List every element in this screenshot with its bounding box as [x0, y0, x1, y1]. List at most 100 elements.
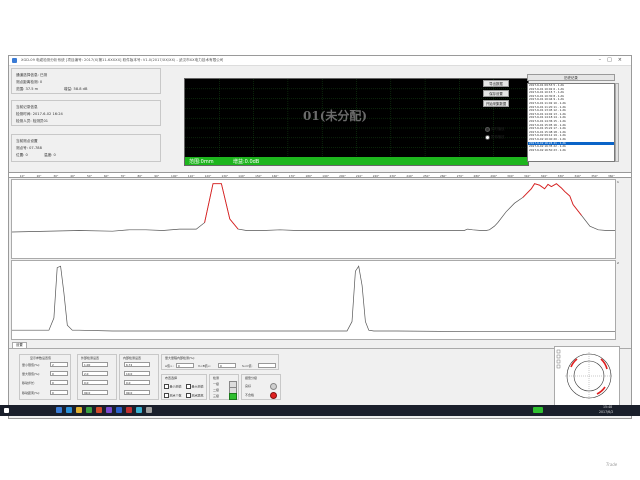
- folder-icon[interactable]: [76, 407, 82, 413]
- info-line: 检测时间: 2017-6-02 16:24: [16, 112, 63, 116]
- chat-icon[interactable]: [136, 407, 142, 413]
- history-scrollbar[interactable]: [615, 83, 619, 162]
- ruler-tick-label: 310°: [523, 174, 531, 178]
- ppt-icon[interactable]: [96, 407, 102, 413]
- start-acquire-button[interactable]: 开始采集数据: [483, 100, 509, 107]
- ruler-tick-label: 30°: [53, 174, 59, 178]
- checkbox-icon: [186, 393, 191, 398]
- maximize-icon[interactable]: □: [607, 57, 618, 63]
- tab-settings[interactable]: 设置: [12, 342, 27, 348]
- ruler-tick-label: 190°: [322, 174, 330, 178]
- ruler-tick-label: 240°: [406, 174, 414, 178]
- param-input[interactable]: 99.0: [124, 390, 150, 395]
- layout-select-group: 布置选择 量小测值 量大测值 测点个数 测点距离: [161, 374, 207, 400]
- close-icon[interactable]: ×: [618, 57, 628, 63]
- plot-2-index: 2: [617, 261, 619, 265]
- checkbox-min[interactable]: 量小测值: [164, 384, 182, 389]
- waveform-plot-2: [11, 260, 616, 340]
- radio-pause[interactable]: 暂停播放: [485, 134, 505, 140]
- param-input[interactable]: 10.0: [124, 371, 150, 376]
- ruler-tick-label: 40°: [70, 174, 76, 178]
- field-label: 移动步长:: [22, 381, 36, 385]
- level-3-indicator[interactable]: [229, 393, 237, 400]
- watermark-text: Trade: [606, 462, 618, 467]
- a-value-input[interactable]: 0: [176, 363, 194, 368]
- info-group-point: 当前测点设置 测点号: 07-788 位置: 0 温度: 0: [11, 134, 161, 162]
- misc-icon[interactable]: [146, 407, 152, 413]
- save-settings-button[interactable]: 保存设置: [483, 90, 509, 97]
- param-input[interactable]: 0: [50, 380, 68, 385]
- history-item[interactable]: 2017-6-02 16:50 23 - 1.db: [528, 148, 614, 153]
- param-input[interactable]: 0: [50, 390, 68, 395]
- start-icon[interactable]: [4, 408, 9, 413]
- param-input[interactable]: 0.0: [82, 380, 108, 385]
- range-label: 范围:0mm: [189, 159, 214, 165]
- group-title: 内部检测设置: [123, 356, 142, 360]
- group-title: 布置选择: [165, 376, 178, 380]
- level-label: 三级: [213, 394, 220, 398]
- checkbox-label: 测点个数: [169, 393, 182, 398]
- gain-label: 增益:0.0dB: [233, 159, 260, 165]
- info-line: 增益: 58.8 dB: [64, 87, 88, 91]
- history-title[interactable]: 历史记录: [527, 74, 615, 81]
- polar-svg: [556, 349, 613, 400]
- checkbox-icon: [164, 384, 169, 389]
- export-data-button[interactable]: 导出数据: [483, 80, 509, 87]
- checkbox-max[interactable]: 量大测值: [186, 384, 204, 389]
- ruler-tick-label: 150°: [255, 174, 262, 178]
- param-input[interactable]: 0.0: [124, 380, 150, 385]
- waveform-plot-1: [11, 179, 616, 259]
- ruler-tick-label: 90°: [154, 174, 160, 178]
- param-input[interactable]: 99.0: [82, 390, 108, 395]
- checkbox-label: 量小测值: [169, 384, 182, 389]
- channel-label: 01(未分配): [303, 109, 368, 123]
- ruler-tick-label: 200°: [339, 174, 346, 178]
- waveform-series-line: [12, 265, 615, 333]
- checkbox-icon: [164, 393, 169, 398]
- waveform-svg-1: [11, 183, 615, 233]
- ruler-tick-label: 280°: [473, 174, 481, 178]
- ruler-tick-label: 270°: [456, 174, 464, 178]
- window-controls[interactable]: –□×: [599, 57, 628, 63]
- param-input[interactable]: 0: [50, 371, 68, 376]
- ruler-tick-label: 220°: [372, 174, 380, 178]
- param-input[interactable]: 2: [50, 362, 68, 367]
- param-input[interactable]: 2.0: [82, 371, 108, 376]
- level-label: 二级: [213, 388, 220, 392]
- group-title: 显示参数设置值: [30, 356, 52, 360]
- ruler-tick-label: 100°: [171, 174, 178, 178]
- checkbox-label: 测点距离: [191, 393, 204, 398]
- tray-status-icon[interactable]: [533, 407, 543, 413]
- excel-icon[interactable]: [86, 407, 92, 413]
- ruler-tick-label: 180°: [305, 174, 313, 178]
- clock-date: 2017/6/2: [599, 410, 614, 414]
- c-value-input[interactable]: [258, 363, 276, 368]
- checkbox-count[interactable]: 测点个数: [164, 393, 182, 398]
- internal-detect-group: 内部检测设置 6.72 10.0 0.0 99.0: [119, 354, 159, 400]
- ruler-tick-label: 80°: [137, 174, 143, 178]
- info-line: 测点距离检测: 0: [16, 80, 43, 84]
- info-group-channel: 通道选择信息: 已测 测点距离检测: 0 范围: 37.5 m 增益: 58.8…: [11, 68, 161, 94]
- b-value-input[interactable]: 0: [218, 363, 236, 368]
- word-icon[interactable]: [116, 407, 122, 413]
- waveform-series-line: [11, 183, 615, 233]
- settings-tabs: 设置: [9, 342, 631, 349]
- checkbox-label: 量大测值: [191, 384, 204, 389]
- app-taskbar-icon[interactable]: [56, 407, 62, 413]
- param-input[interactable]: 6.72: [124, 362, 150, 367]
- radio-realtime[interactable]: 实时播放: [485, 126, 505, 132]
- group-title: 检测: [213, 376, 220, 380]
- checkbox-distance[interactable]: 测点距离: [186, 393, 204, 398]
- studio-icon[interactable]: [106, 407, 112, 413]
- alarm-level-group: 报警分级 良好 不合格: [241, 374, 281, 400]
- info-group-record: 当前记录信息 检测时间: 2017-6-02 16:24 检测人员: 检测员01: [11, 100, 161, 126]
- minimize-icon[interactable]: –: [599, 57, 608, 63]
- alarm-fail-indicator: [270, 392, 277, 399]
- app-window: XGD-09 电缆检测分析系统 [项目编号: 2017(X)第11-6XXXX]…: [8, 55, 632, 419]
- browser-icon[interactable]: [66, 407, 72, 413]
- history-list[interactable]: 2017-6-01 09:53 5 - 1.db 2017-6-01 10:02 …: [527, 83, 615, 162]
- group-title: 报警分级: [245, 376, 258, 380]
- level-label: 一级: [213, 382, 220, 386]
- param-input[interactable]: 1.00: [82, 362, 108, 367]
- tool-icon[interactable]: [126, 407, 132, 413]
